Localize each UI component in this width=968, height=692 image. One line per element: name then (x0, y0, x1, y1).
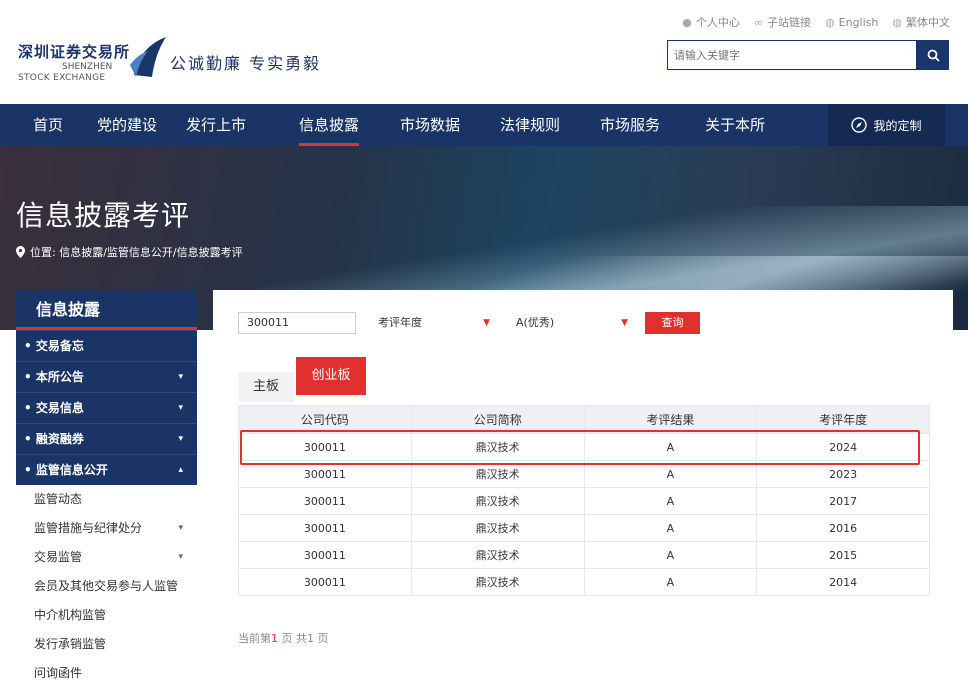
slogan: 公诚勤廉 专实勇毅 (170, 54, 322, 73)
link-icon: ∞ (753, 15, 764, 29)
site-header: ● 个人中心 ∞ 子站链接 ◍ English ◍ 繁体中文 深圳证券交易所 SHENZ… (0, 0, 968, 104)
nav-item-about[interactable]: 关于本所 (705, 104, 765, 146)
table-cell: A (583, 460, 758, 488)
table-row: 300011 鼎汉技术 A 2024 (238, 433, 930, 461)
sidebar-item-trading-memo[interactable]: • 交易备忘 (16, 330, 197, 361)
tab-gem-board[interactable]: 创业板 (296, 357, 366, 395)
table-cell: 300011 (238, 541, 412, 569)
query-button[interactable]: 查询 (645, 312, 700, 334)
column-header: 公司代码 (238, 405, 412, 434)
chevron-up-icon: ▴ (178, 465, 183, 475)
chevron-down-icon: ▾ (178, 552, 183, 562)
sidebar-subitem[interactable]: 发行承销监管 (16, 630, 197, 659)
table-cell: 300011 (238, 433, 412, 461)
logo-text-en: STOCK EXCHANGE (18, 73, 106, 83)
search-input[interactable] (668, 41, 916, 69)
table-row: 300011 鼎汉技术 A 2014 (238, 568, 930, 596)
main-content: 300011 考评年度 ▼ A(优秀) ▼ 查询 主板 创业板 公司代码 公司简… (213, 290, 953, 692)
table-cell: 鼎汉技术 (410, 541, 585, 569)
sidebar-subitem[interactable]: 监管动态 (16, 485, 197, 514)
user-icon: ● (682, 15, 692, 29)
traditional-chinese-link[interactable]: ◍ 繁体中文 (892, 14, 950, 30)
logo-text-cn: 深圳证券交易所 (18, 43, 131, 61)
table-cell: 鼎汉技术 (410, 433, 585, 461)
top-links: ● 个人中心 ∞ 子站链接 ◍ English ◍ 繁体中文 (682, 14, 950, 30)
globe-icon: ◍ (892, 15, 902, 29)
table-cell: 鼎汉技术 (410, 487, 585, 515)
dropdown-arrow-icon: ▼ (621, 318, 628, 328)
nav-item-disclosure[interactable]: 信息披露 (299, 104, 360, 146)
chevron-down-icon: ▾ (178, 523, 183, 533)
table-cell: 2024 (756, 433, 930, 461)
table-header-row: 公司代码 公司简称 考评结果 考评年度 (238, 405, 930, 434)
table-row: 300011 鼎汉技术 A 2016 (238, 514, 930, 542)
table-cell: 2016 (756, 514, 930, 542)
table-cell: 2014 (756, 568, 930, 596)
pagination-info: 当前第1 页 共1 页 (238, 632, 329, 645)
table-cell: 300011 (238, 460, 412, 488)
table-cell: 2017 (756, 487, 930, 515)
sidebar-item-trading-info[interactable]: • 交易信息 ▾ (16, 392, 197, 423)
nav-item-home[interactable]: 首页 (33, 104, 63, 146)
table-cell: A (583, 487, 758, 515)
location-pin-icon (16, 246, 25, 258)
my-custom-button[interactable]: 我的定制 (828, 104, 945, 146)
logo-mark-icon (130, 37, 166, 77)
compass-icon (851, 117, 868, 133)
sub-site-link[interactable]: ∞ 子站链接 (754, 14, 811, 30)
main-nav: 首页 党的建设 发行上市 信息披露 市场数据 法律规则 市场服务 关于本所 我的… (0, 104, 968, 146)
sidebar-subitem[interactable]: 会员及其他交易参与人监管 (16, 572, 197, 601)
sidebar-heading: 信息披露 (16, 290, 197, 330)
sidebar-item-announcements[interactable]: • 本所公告 ▾ (16, 361, 197, 392)
nav-item-rules[interactable]: 法律规则 (500, 104, 560, 146)
column-header: 考评年度 (756, 405, 930, 434)
table-cell: 300011 (238, 568, 412, 596)
table-cell: 鼎汉技术 (410, 460, 585, 488)
table-cell: 300011 (238, 487, 412, 515)
tab-main-board[interactable]: 主板 (238, 372, 294, 402)
chevron-down-icon: ▾ (178, 403, 183, 413)
table-cell: A (583, 514, 758, 542)
sidebar-subitem[interactable]: 监管措施与纪律处分 ▾ (16, 514, 197, 543)
table-row: 300011 鼎汉技术 A 2015 (238, 541, 930, 569)
table-cell: 2015 (756, 541, 930, 569)
sidebar: 信息披露 • 交易备忘 • 本所公告 ▾ • 交易信息 ▾ • 融资融券 ▾ • 监管… (16, 290, 197, 692)
sidebar-subitem[interactable]: 中介机构监管 (16, 601, 197, 630)
table-cell: 2023 (756, 460, 930, 488)
sidebar-subitem[interactable]: 交易监管 ▾ (16, 543, 197, 572)
nav-item-listing[interactable]: 发行上市 (186, 104, 246, 146)
breadcrumb: 位置: 信息披露/监管信息公开/信息披露考评 (16, 244, 243, 260)
sidebar-item-regulatory-info[interactable]: • 监管信息公开 ▴ (16, 454, 197, 485)
logo-text-en: SHENZHEN (62, 62, 113, 72)
company-code-input[interactable]: 300011 (238, 312, 356, 334)
table-cell: 300011 (238, 514, 412, 542)
english-link[interactable]: ◍ English (825, 14, 878, 30)
table-cell: A (583, 568, 758, 596)
page-title: 信息披露考评 (16, 199, 191, 232)
table-row: 300011 鼎汉技术 A 2017 (238, 487, 930, 515)
globe-icon: ◍ (825, 15, 835, 29)
sidebar-subitem[interactable]: 问询函件 (16, 659, 197, 688)
table-row: 300011 鼎汉技术 A 2023 (238, 460, 930, 488)
evaluation-table: 公司代码 公司简称 考评结果 考评年度 300011 鼎汉技术 A 2024 3000… (238, 405, 930, 596)
search-field[interactable] (667, 40, 917, 70)
column-header: 公司简称 (410, 405, 585, 434)
result-select[interactable]: A(优秀) ▼ (508, 312, 638, 334)
table-cell: 鼎汉技术 (410, 514, 585, 542)
chevron-down-icon: ▾ (178, 434, 183, 444)
dropdown-arrow-icon: ▼ (483, 318, 490, 328)
chevron-down-icon: ▾ (178, 372, 183, 382)
nav-item-services[interactable]: 市场服务 (600, 104, 660, 146)
search-icon (927, 49, 940, 62)
year-select[interactable]: 考评年度 ▼ (370, 312, 500, 334)
nav-item-party[interactable]: 党的建设 (97, 104, 157, 146)
nav-item-market-data[interactable]: 市场数据 (400, 104, 460, 146)
table-cell: 鼎汉技术 (410, 568, 585, 596)
table-cell: A (583, 541, 758, 569)
search-button[interactable] (917, 40, 949, 70)
column-header: 考评结果 (583, 405, 758, 434)
sidebar-item-margin-trading[interactable]: • 融资融券 ▾ (16, 423, 197, 454)
table-cell: A (583, 433, 758, 461)
personal-center-link[interactable]: ● 个人中心 (682, 14, 740, 30)
